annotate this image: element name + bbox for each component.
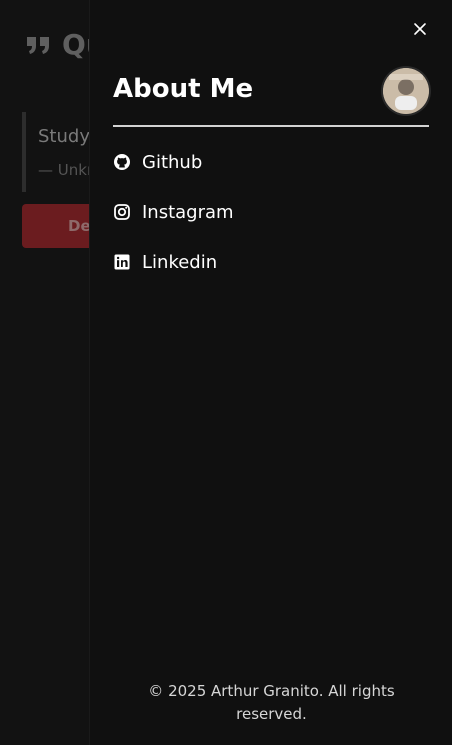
app-page: Qu Study — Unkn De About Me Github Insta…	[0, 0, 452, 745]
background-action-label: De	[68, 217, 91, 235]
drawer-title: About Me	[113, 74, 254, 104]
github-label: Github	[142, 151, 203, 173]
about-drawer: About Me Github Instagram Linkedin © 202…	[89, 0, 452, 745]
instagram-icon	[113, 203, 131, 221]
close-icon	[413, 21, 427, 40]
linkedin-link[interactable]: Linkedin	[113, 250, 429, 274]
github-link[interactable]: Github	[113, 150, 429, 174]
instagram-label: Instagram	[142, 201, 234, 223]
social-links: Github Instagram Linkedin	[113, 150, 429, 300]
footer-copyright: © 2025 Arthur Granito. All rights reserv…	[148, 682, 395, 723]
linkedin-icon	[113, 253, 131, 271]
title-divider	[113, 125, 429, 127]
close-drawer-button[interactable]	[412, 22, 428, 38]
github-icon	[113, 153, 131, 171]
avatar	[383, 68, 429, 114]
linkedin-label: Linkedin	[142, 251, 218, 273]
instagram-link[interactable]: Instagram	[113, 200, 429, 224]
quote-icon	[24, 30, 54, 60]
